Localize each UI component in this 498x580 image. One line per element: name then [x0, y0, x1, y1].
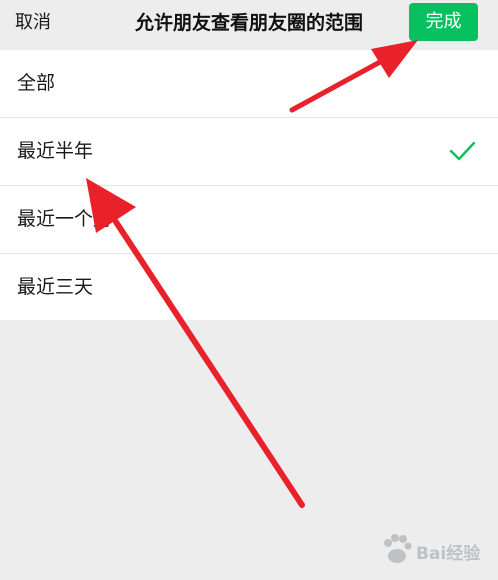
checkmark-icon: [449, 141, 476, 161]
done-button[interactable]: 完成: [409, 3, 478, 41]
option-row-half-year[interactable]: 最近半年: [0, 118, 498, 186]
option-label: 最近三天: [17, 276, 94, 298]
cancel-button[interactable]: 取消: [15, 10, 51, 36]
option-label: 最近半年: [17, 140, 94, 162]
option-label: 全部: [17, 72, 56, 94]
option-row-one-month[interactable]: 最近一个月: [0, 186, 498, 254]
range-option-list: 全部 最近半年 最近一个月 最近三天: [0, 50, 498, 320]
paw-icon: [384, 534, 412, 563]
option-row-all[interactable]: 全部: [0, 50, 498, 118]
nav-bar: 取消 允许朋友查看朋友圈的范围 完成: [0, 0, 498, 46]
page-title: 允许朋友查看朋友圈的范围: [134, 12, 363, 34]
baidu-watermark: Bai经验: [380, 530, 488, 570]
option-row-three-days[interactable]: 最近三天: [0, 254, 498, 321]
option-label: 最近一个月: [17, 208, 113, 230]
watermark-text: Bai经验: [416, 544, 481, 564]
